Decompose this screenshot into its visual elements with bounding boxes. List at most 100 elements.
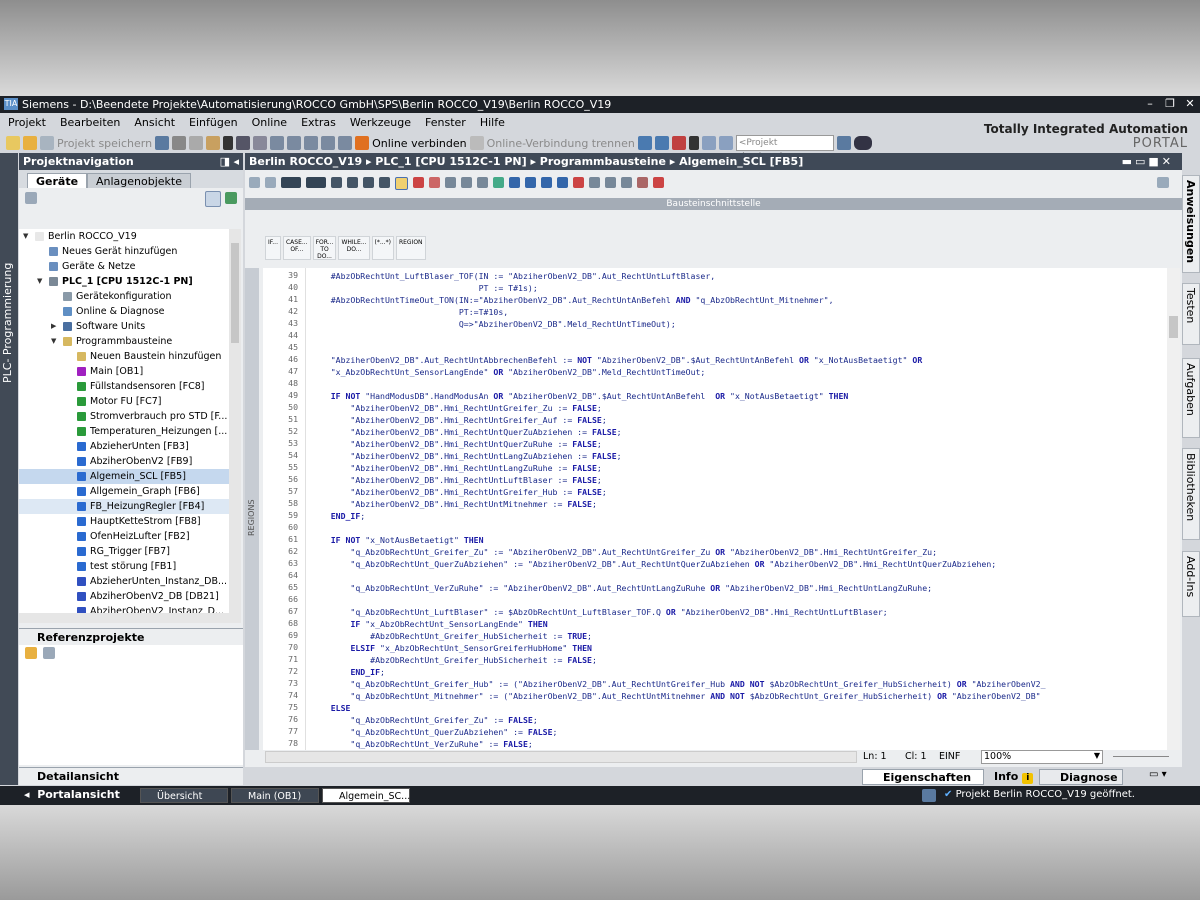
status-monitor-icon[interactable] xyxy=(922,789,936,802)
code-line[interactable]: "AbziherObenV2_DB".Hmi_RechtUntLangZuAbz… xyxy=(311,450,621,462)
code-line[interactable]: "AbziherObenV2_DB".Hmi_RechtUntLangZuRuh… xyxy=(311,462,601,474)
tree-item[interactable]: Motor FU [FC7] xyxy=(19,394,229,409)
tree-item[interactable]: Online & Diagnose xyxy=(19,304,229,319)
editor-window-controls[interactable]: ▬▭■✕ xyxy=(1122,153,1174,170)
clear-breakpoints-icon[interactable] xyxy=(429,177,440,188)
indent-icon[interactable] xyxy=(306,177,326,188)
for-template-button[interactable]: FOR... TO DO... xyxy=(312,236,337,260)
save-project-button[interactable]: Projekt speichern xyxy=(57,137,152,150)
code-line[interactable]: "q_AbzObRechtUnt_Mitnehmer" := ("Abziher… xyxy=(311,690,1040,702)
menu-extras[interactable]: Extras xyxy=(293,114,342,131)
comment-template-button[interactable]: (*...*) xyxy=(371,236,394,260)
expand-arrow-icon[interactable]: ▼ xyxy=(37,274,45,289)
tree-item[interactable]: ▼ Programmbausteine xyxy=(19,334,229,349)
redo-icon[interactable] xyxy=(253,136,268,150)
simulation-icon[interactable] xyxy=(338,136,353,150)
online-connect-button[interactable]: Online verbinden xyxy=(372,137,467,150)
regions-sidebar[interactable]: REGIONS xyxy=(245,268,259,750)
zoom-select[interactable]: 100% ▼ xyxy=(981,750,1103,764)
project-search-input[interactable]: <Projekt durchsuchen> xyxy=(735,135,834,162)
code-line[interactable]: ELSIF "x_AbzObRechtUnt_SensorGreiferHubH… xyxy=(311,642,592,654)
panel-collapse-icon[interactable]: ◨ ◂ xyxy=(220,153,239,170)
close-reference-icon[interactable] xyxy=(43,647,55,659)
open-project-icon[interactable] xyxy=(23,136,37,150)
plc-programming-tab[interactable]: PLC- Programmierung xyxy=(1,263,14,383)
collapse-icon[interactable] xyxy=(589,177,600,188)
jump-right-icon[interactable] xyxy=(525,177,536,188)
tab-addins[interactable]: Add-Ins xyxy=(1182,551,1200,617)
code-line[interactable]: #AbzObRechtUnt_Greifer_HubSicherheit := … xyxy=(311,630,592,642)
tree-item[interactable]: FB_HeizungRegler [FB4] xyxy=(19,499,229,514)
detail-view-header[interactable]: Detailansicht xyxy=(19,767,243,784)
new-project-icon[interactable] xyxy=(6,136,20,150)
tree-item[interactable]: Algemein_SCL [FB5] xyxy=(19,469,229,484)
menu-fenster[interactable]: Fenster xyxy=(417,114,472,131)
accessible-devices-icon[interactable] xyxy=(637,136,652,150)
bookmark-icon[interactable] xyxy=(379,177,390,188)
code-line[interactable]: "q_AbzObRechtUnt_Greifer_Zu" := "Abziher… xyxy=(311,546,937,558)
code-line[interactable]: #AbzObRechtUnt_Greifer_HubSicherheit := … xyxy=(311,654,597,666)
delete-network-icon[interactable] xyxy=(265,177,276,188)
code-line[interactable]: "AbziherObenV2_DB".Hmi_RechtUntGreifer_H… xyxy=(311,486,606,498)
code-scrollbar[interactable] xyxy=(1167,268,1180,750)
code-line[interactable]: PT:=T#10s, xyxy=(311,306,508,318)
code-line[interactable]: ELSE xyxy=(311,702,351,714)
code-line[interactable]: Q=>"AbziherObenV2_DB".Meld_RechtUntTimeO… xyxy=(311,318,676,330)
tab-devices[interactable]: Geräte xyxy=(27,173,88,189)
format-icon[interactable] xyxy=(363,177,374,188)
code-line[interactable]: "x_AbzObRechtUnt_SensorLangEnde" OR "Abz… xyxy=(311,366,706,378)
tree-item[interactable]: OfenHeizLufter [FB2] xyxy=(19,529,229,544)
close-icon[interactable]: ✕ xyxy=(1184,97,1196,111)
compile-icon[interactable] xyxy=(287,136,302,150)
editor-settings-icon[interactable] xyxy=(1157,177,1169,188)
tree-item[interactable]: Temperaturen_Heizungen [... xyxy=(19,424,229,439)
split-vertical-icon[interactable] xyxy=(718,136,733,150)
next-bookmark-icon[interactable] xyxy=(541,177,552,188)
project-tree-scrollbar[interactable] xyxy=(229,229,241,613)
tab-libraries[interactable]: Bibliotheken xyxy=(1182,448,1200,540)
delete-icon[interactable] xyxy=(223,136,234,150)
tree-item[interactable]: Main [OB1] xyxy=(19,364,229,379)
algemein-scl-tab[interactable]: Algemein_SC... xyxy=(322,788,410,803)
tree-item[interactable]: Füllstandsensoren [FC8] xyxy=(19,379,229,394)
code-line[interactable]: "AbziherObenV2_DB".Aut_RechtUntAbbrechen… xyxy=(311,354,923,366)
force-icon[interactable] xyxy=(653,177,664,188)
properties-tab[interactable]: Eigenschaften xyxy=(862,769,984,785)
code-line[interactable]: "q_AbzObRechtUnt_QuerZuAbziehen" := "Abz… xyxy=(311,558,996,570)
case-template-button[interactable]: CASE... OF... xyxy=(282,236,311,260)
comment-icon[interactable] xyxy=(331,177,342,188)
code-line[interactable]: #AbzObRechtUnt_LuftBlaser_TOF(IN := "Abz… xyxy=(311,270,716,282)
expand-arrow-icon[interactable]: ▼ xyxy=(51,334,59,349)
code-line[interactable]: "q_AbzObRechtUnt_VerZuRuhe" := "AbziherO… xyxy=(311,582,932,594)
menu-online[interactable]: Online xyxy=(244,114,293,131)
code-line[interactable]: IF "x_AbzObRechtUnt_SensorLangEnde" THEN xyxy=(311,618,547,630)
download-icon[interactable] xyxy=(304,136,319,150)
menu-einfuegen[interactable]: Einfügen xyxy=(181,114,244,131)
info-tab[interactable]: Info i xyxy=(974,769,1039,785)
uncomment-icon[interactable] xyxy=(347,177,358,188)
online-disconnect-button[interactable]: Online-Verbindung trennen xyxy=(487,137,635,150)
code-line[interactable]: END_IF; xyxy=(311,666,385,678)
minimize-icon[interactable]: – xyxy=(1144,97,1156,111)
overview-toggle-icon[interactable] xyxy=(205,191,221,207)
expand-arrow-icon[interactable]: ▶ xyxy=(51,319,59,334)
overview-tab[interactable]: Übersicht xyxy=(140,788,228,803)
portal-view-button[interactable]: ◂ Portalansicht xyxy=(24,787,120,803)
run-icon[interactable] xyxy=(493,177,504,188)
region-template-button[interactable]: REGION xyxy=(395,236,426,260)
tree-item[interactable]: RG_Trigger [FB7] xyxy=(19,544,229,559)
main-ob1-tab[interactable]: Main (OB1) xyxy=(231,788,319,803)
block-interface-bar[interactable]: Bausteinschnittstelle xyxy=(245,198,1182,210)
code-line[interactable]: IF NOT "x_NotAusBetaetigt" THEN xyxy=(311,534,484,546)
tree-item[interactable]: AbziherObenV2_DB [DB21] xyxy=(19,589,229,604)
menu-bearbeiten[interactable]: Bearbeiten xyxy=(52,114,126,131)
if-template-button[interactable]: IF... xyxy=(265,236,281,260)
menu-projekt[interactable]: Projekt xyxy=(0,114,52,131)
undo-icon[interactable] xyxy=(236,136,251,150)
ai-assistant-icon[interactable] xyxy=(853,136,872,150)
tab-instructions[interactable]: Anweisungen xyxy=(1182,175,1200,273)
tab-tasks[interactable]: Aufgaben xyxy=(1182,358,1200,438)
code-line[interactable]: "AbziherObenV2_DB".Hmi_RechtUntQuerZuRuh… xyxy=(311,438,601,450)
code-line[interactable]: PT := T#1s); xyxy=(311,282,538,294)
print-icon[interactable] xyxy=(155,136,170,150)
